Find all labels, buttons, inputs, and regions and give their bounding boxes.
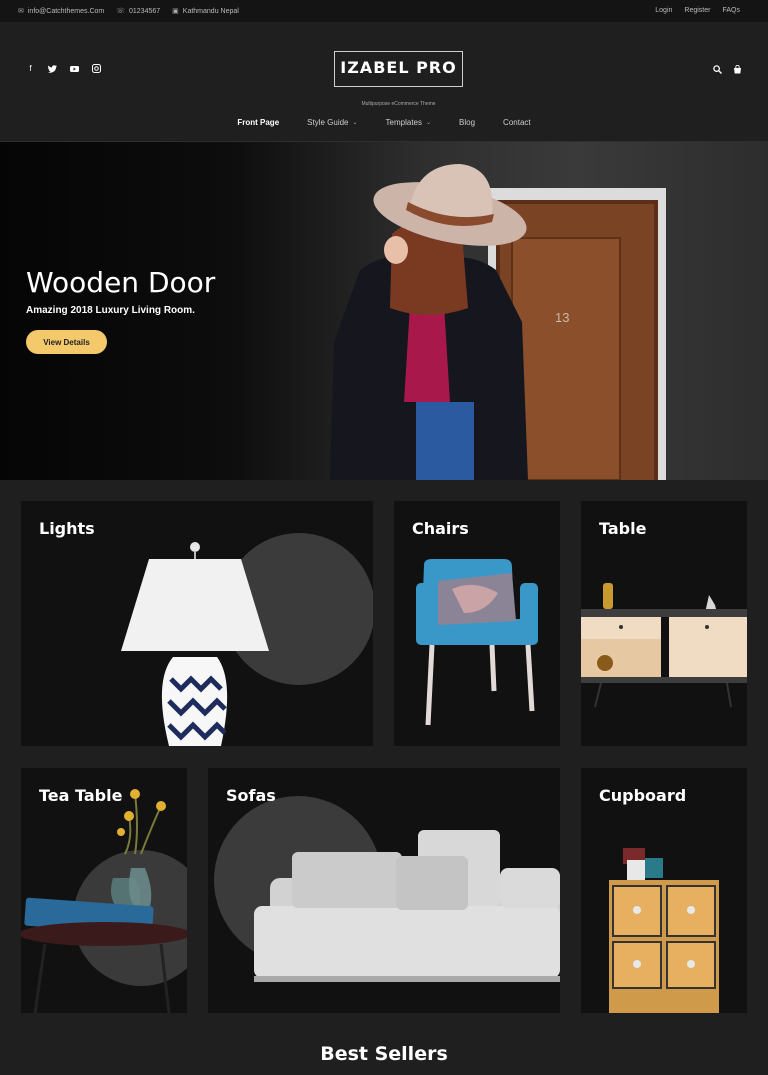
- facebook-icon[interactable]: f: [26, 64, 35, 73]
- location-text: Kathmandu Nepal: [182, 7, 239, 15]
- nav-contact[interactable]: Contact: [503, 118, 531, 127]
- social-links: f: [26, 64, 101, 73]
- twitter-icon[interactable]: [48, 64, 57, 73]
- hero-title: Wooden Door: [26, 266, 216, 299]
- category-card-table[interactable]: Table: [581, 501, 747, 746]
- mail-icon: ✉: [18, 8, 24, 15]
- category-label: Chairs: [412, 519, 469, 538]
- view-details-button[interactable]: View Details: [26, 330, 107, 354]
- topbar-email[interactable]: ✉ info@Catchthemes.Com: [18, 7, 105, 16]
- chevron-down-icon: ⌄: [426, 120, 432, 126]
- register-link[interactable]: Register: [684, 7, 710, 14]
- location-icon: ▣: [172, 8, 179, 15]
- nav-front-page[interactable]: Front Page: [237, 118, 279, 127]
- search-icon[interactable]: [712, 64, 722, 74]
- category-label: Table: [599, 519, 647, 538]
- site-header: f IZABEL PRO Multipurpose eCommerce Them…: [0, 22, 768, 142]
- nav-blog[interactable]: Blog: [459, 118, 475, 127]
- phone-text: 01234567: [129, 7, 161, 15]
- topbar-phone[interactable]: ☏ 01234567: [116, 7, 161, 16]
- email-text: info@Catchthemes.Com: [27, 7, 105, 15]
- category-card-lights[interactable]: Lights: [21, 501, 373, 746]
- hero-image: 13: [330, 164, 666, 480]
- door-number: 13: [555, 310, 569, 325]
- category-label: Sofas: [226, 786, 276, 805]
- nav-style-guide[interactable]: Style Guide ⌄: [307, 118, 357, 127]
- category-card-cupboard[interactable]: Cupboard: [581, 768, 747, 1013]
- phone-icon: ☏: [116, 8, 125, 15]
- logo-name: IZABEL PRO: [340, 58, 457, 77]
- topbar-location: ▣ Kathmandu Nepal: [172, 7, 239, 16]
- category-card-sofas[interactable]: Sofas: [208, 768, 560, 1013]
- logo-tagline: Multipurpose eCommerce Theme: [361, 101, 436, 107]
- best-sellers-heading: Best Sellers: [320, 1043, 448, 1065]
- hero-subtitle: Amazing 2018 Luxury Living Room.: [26, 305, 195, 316]
- top-bar: ✉ info@Catchthemes.Com ☏ 01234567 ▣ Kath…: [0, 0, 768, 22]
- header-icons: [712, 64, 742, 74]
- nav-templates[interactable]: Templates ⌄: [386, 118, 432, 127]
- site-logo[interactable]: IZABEL PRO: [334, 51, 463, 87]
- hero-slider: 13 Wooden Door Amazing 2018 Luxury Livin…: [0, 142, 768, 480]
- category-label: Cupboard: [599, 786, 687, 805]
- login-link[interactable]: Login: [655, 7, 672, 14]
- cart-icon[interactable]: [732, 64, 742, 74]
- youtube-icon[interactable]: [70, 64, 79, 73]
- chevron-down-icon: ⌄: [352, 120, 358, 126]
- category-card-chairs[interactable]: Chairs: [394, 501, 560, 746]
- category-label: Lights: [39, 519, 95, 538]
- category-label: Tea Table: [39, 786, 123, 805]
- instagram-icon[interactable]: [92, 64, 101, 73]
- category-card-tea-table[interactable]: Tea Table: [21, 768, 187, 1013]
- faqs-link[interactable]: FAQs: [722, 7, 740, 14]
- main-nav: Front Page Style Guide ⌄ Templates ⌄ Blog …: [0, 118, 768, 127]
